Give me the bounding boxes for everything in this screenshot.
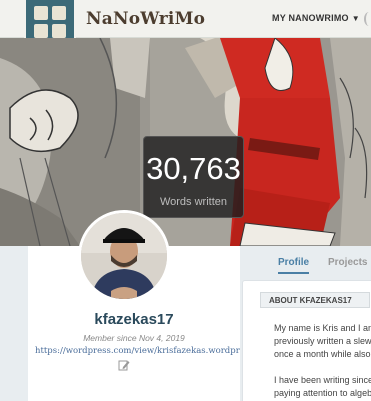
website-link[interactable]: https://wordpress.com/view/krisfazekas.w… [35, 346, 240, 356]
about-text: My name is Kris and I am previously writ… [274, 322, 371, 400]
about-panel-header: ABOUT KFAZEKAS17 [260, 292, 370, 308]
about-line: paying attention to algeb [274, 388, 371, 398]
about-heading: ABOUT KFAZEKAS17 [269, 296, 352, 305]
avatar [78, 210, 170, 302]
about-line: once a month while also [274, 349, 371, 359]
about-line: previously written a slew [274, 336, 371, 346]
menu-overflow-edge [364, 12, 371, 26]
about-line: I have been writing since [274, 375, 371, 385]
profile-page: NaNoWriMo MY NANOWRIMO ▼ 30,763 Words wr… [0, 0, 371, 401]
edit-icon[interactable] [118, 359, 130, 371]
logo-tile-icon [34, 24, 48, 38]
logo-tile-icon [52, 6, 66, 20]
top-navbar: NaNoWriMo MY NANOWRIMO ▼ [0, 0, 371, 44]
logo-tile-icon [34, 6, 48, 20]
words-written-label: Words written [159, 196, 228, 208]
words-written-value: 30,763 [146, 151, 241, 186]
brand-name[interactable]: NaNoWriMo [86, 9, 205, 29]
my-nanowrimo-label: MY NANOWRIMO [272, 13, 349, 23]
tab-profile[interactable]: Profile [278, 257, 309, 268]
username: kfazekas17 [94, 311, 174, 328]
avatar-photo [81, 213, 167, 299]
active-tab-indicator [278, 272, 309, 274]
profile-tabs: Profile Projects [278, 257, 371, 277]
profile-banner: 30,763 Words written [0, 38, 371, 246]
logo-tile-icon [52, 24, 66, 38]
my-nanowrimo-menu[interactable]: MY NANOWRIMO ▼ [272, 13, 360, 23]
tab-projects[interactable]: Projects [328, 257, 367, 268]
member-since: Member since Nov 4, 2019 [83, 333, 185, 343]
about-line: My name is Kris and I am [274, 323, 371, 333]
word-count-stat: 30,763 Words written [143, 136, 244, 218]
chevron-down-icon: ▼ [351, 14, 360, 23]
